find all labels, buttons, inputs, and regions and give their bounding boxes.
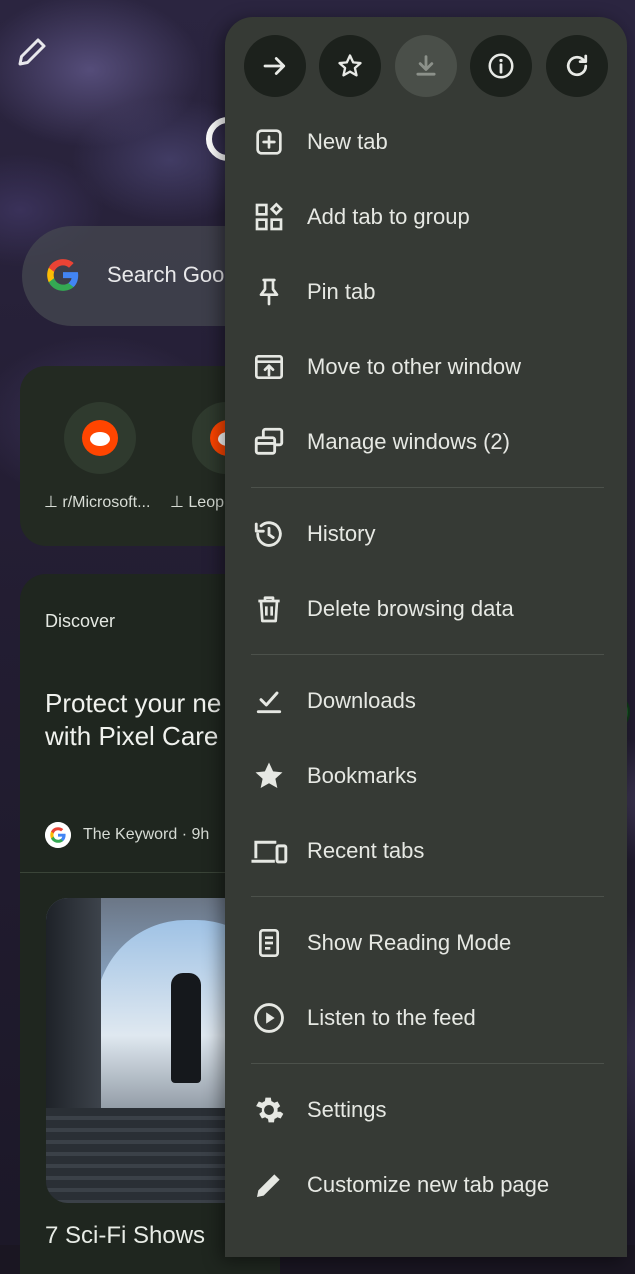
pin-icon xyxy=(249,272,289,312)
download-icon xyxy=(416,55,436,76)
menu-item-label: Customize new tab page xyxy=(307,1171,550,1197)
menu-item-history[interactable]: History xyxy=(225,496,627,571)
menu-divider xyxy=(251,654,604,655)
info-icon xyxy=(488,53,514,79)
downloads-check-icon xyxy=(249,681,289,721)
trash-icon xyxy=(249,589,289,629)
menu-item-new-tab[interactable]: New tab xyxy=(225,104,627,179)
menu-item-add-tab-to-group[interactable]: Add tab to group xyxy=(225,179,627,254)
star-outline-icon xyxy=(338,54,362,77)
page-info-button[interactable] xyxy=(470,35,532,97)
menu-item-manage-windows[interactable]: Manage windows (2) xyxy=(225,404,627,479)
star-filled-icon xyxy=(249,756,289,796)
menu-item-label: Delete browsing data xyxy=(307,595,514,621)
pin-small-icon: ⊥ xyxy=(170,494,189,511)
refresh-icon xyxy=(566,54,588,77)
menu-item-label: Manage windows (2) xyxy=(307,428,510,454)
menu-item-label: New tab xyxy=(307,128,388,154)
reading-mode-icon xyxy=(249,923,289,963)
gear-icon xyxy=(249,1090,289,1130)
menu-item-label: Settings xyxy=(307,1096,387,1122)
pencil-icon xyxy=(249,1165,289,1205)
article-title[interactable]: Protect your ne with Pixel Care xyxy=(45,687,230,753)
shortcut-label-1: ⊥ r/Microsoft... xyxy=(44,494,151,511)
pin-small-icon: ⊥ xyxy=(44,494,63,511)
download-button[interactable] xyxy=(395,35,457,97)
forward-button[interactable] xyxy=(244,35,306,97)
menu-divider xyxy=(251,896,604,897)
new-tab-icon xyxy=(249,122,289,162)
article-image[interactable] xyxy=(46,898,246,1203)
menu-item-label: History xyxy=(307,520,376,546)
reddit-icon xyxy=(210,420,226,456)
menu-item-move-to-other-window[interactable]: Move to other window xyxy=(225,329,627,404)
menu-item-pin-tab[interactable]: Pin tab xyxy=(225,254,627,329)
menu-item-show-reading-mode[interactable]: Show Reading Mode xyxy=(225,905,627,980)
menu-item-label: Downloads xyxy=(307,687,416,713)
menu-item-label: Move to other window xyxy=(307,353,521,379)
search-placeholder[interactable]: Search Goo xyxy=(107,262,227,288)
menu-item-label: Pin tab xyxy=(307,278,376,304)
menu-item-customize-new-tab-page[interactable]: Customize new tab page xyxy=(225,1147,627,1222)
refresh-button[interactable] xyxy=(546,35,608,97)
windows-icon xyxy=(249,422,289,462)
menu-item-label: Listen to the feed xyxy=(307,1004,476,1030)
menu-item-settings[interactable]: Settings xyxy=(225,1072,627,1147)
google-g-icon xyxy=(47,259,79,291)
menu-item-label: Bookmarks xyxy=(307,762,418,788)
menu-item-bookmarks[interactable]: Bookmarks xyxy=(225,738,627,813)
shortcut-label-2: ⊥ Leop xyxy=(170,494,224,511)
menu-divider xyxy=(251,487,604,488)
devices-icon xyxy=(249,831,289,871)
feed-divider xyxy=(20,872,230,873)
history-icon xyxy=(249,514,289,554)
next-article-title[interactable]: 7 Sci-Fi Shows xyxy=(45,1222,230,1250)
move-window-icon xyxy=(249,347,289,387)
article-source: The Keyword · 9h xyxy=(45,822,209,848)
menu-item-listen-to-feed[interactable]: Listen to the feed xyxy=(225,980,627,1055)
reddit-icon xyxy=(82,420,118,456)
menu-item-downloads[interactable]: Downloads xyxy=(225,663,627,738)
menu-item-label: Add tab to group xyxy=(307,203,470,229)
google-g-small-icon xyxy=(45,822,71,848)
tab-group-icon xyxy=(249,197,289,237)
menu-divider xyxy=(251,1063,604,1064)
menu-item-label: Recent tabs xyxy=(307,837,425,863)
menu-item-label: Show Reading Mode xyxy=(307,929,512,955)
discover-heading: Discover xyxy=(45,611,116,631)
menu-item-delete-browsing-data[interactable]: Delete browsing data xyxy=(225,571,627,646)
edit-wallpaper-pencil-icon[interactable] xyxy=(14,34,50,70)
arrow-right-icon xyxy=(263,57,286,75)
shortcut-reddit-1[interactable] xyxy=(64,402,136,474)
menu-item-recent-tabs[interactable]: Recent tabs xyxy=(225,813,627,888)
bookmark-button[interactable] xyxy=(319,35,381,97)
play-circle-icon xyxy=(249,998,289,1038)
